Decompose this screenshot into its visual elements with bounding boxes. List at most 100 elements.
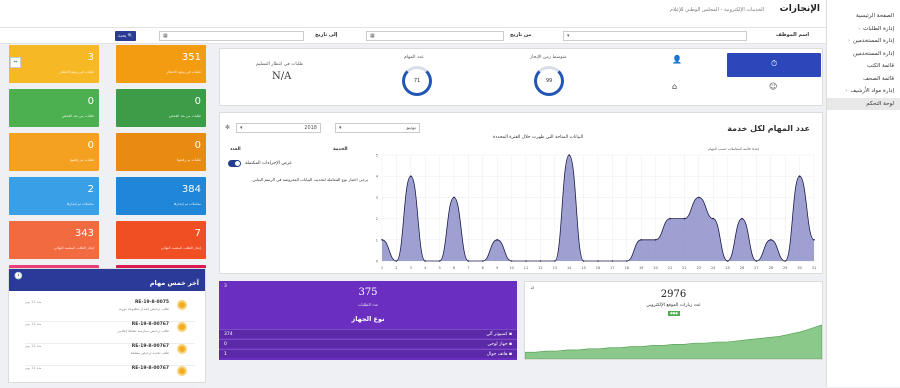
x-tick-label: 19 bbox=[639, 266, 643, 270]
stat-tile[interactable]: 0 طلبات تم رفضها bbox=[116, 133, 206, 171]
data-point bbox=[554, 260, 556, 262]
to-date-input[interactable]: ▦ bbox=[159, 31, 304, 41]
data-point bbox=[784, 260, 786, 262]
data-point bbox=[597, 260, 599, 262]
employee-label: اسم الموظف bbox=[776, 32, 810, 38]
data-point bbox=[611, 260, 614, 262]
data-point bbox=[568, 154, 570, 156]
top-bar: الإنجازات الخدمات الإلكترونية - المجلس ا… bbox=[0, 0, 826, 28]
x-tick-label: 13 bbox=[553, 266, 557, 270]
device-row-label: ▪ كمبيوتر آلي bbox=[486, 331, 512, 337]
task-desc: طلب ترخيص إصدار مطبوعة دورية bbox=[118, 307, 169, 311]
employee-select[interactable]: ▾ bbox=[563, 31, 747, 41]
sidebar-item[interactable]: إدارة المستخدمين ‹ bbox=[827, 35, 900, 48]
stat-value: 351 bbox=[181, 52, 201, 63]
x-tick-label: 18 bbox=[625, 266, 629, 270]
summary-card: ⏱ 👤 ⌂ ☺ متوسط زمن الإنجاز 99 عدد المهام … bbox=[219, 48, 823, 106]
y-tick-label: 1 bbox=[376, 238, 378, 242]
data-point bbox=[424, 260, 426, 262]
home-icon[interactable]: ⌂ bbox=[672, 82, 677, 91]
sidebar-item-label: قائمة الصحف bbox=[863, 75, 894, 82]
sidebar-item-label: قائمة الكتب bbox=[866, 63, 894, 69]
settings-icon[interactable]: ✻ bbox=[225, 124, 230, 131]
device-title: نوع الجهاز bbox=[351, 315, 385, 323]
device-row-label: ▪ هاتف جوال bbox=[486, 351, 512, 357]
stat-label: إنجاز الطلب المعتمد النهائي bbox=[160, 246, 201, 250]
pending-label: طلبات في انتظار التسليم bbox=[256, 62, 304, 67]
search-button[interactable]: بحث 🔍 bbox=[115, 31, 136, 41]
to-date-label: إلى تاريخ bbox=[315, 32, 338, 38]
stat-tile[interactable]: 2 معاملات تم إنجازها bbox=[9, 177, 99, 215]
sidebar-item-label: إدارة مواد الأرشيف bbox=[850, 88, 894, 94]
data-point bbox=[438, 260, 441, 262]
month-select[interactable]: يونيو ▾ bbox=[335, 123, 420, 133]
from-date-label: من تاريخ bbox=[510, 32, 532, 38]
sidebar-item[interactable]: قائمة الكتب bbox=[827, 60, 900, 73]
task-item[interactable]: RE-19-8-00767 منذ 11 يوم bbox=[25, 362, 195, 388]
stat-value: 7 bbox=[194, 228, 201, 239]
x-tick-label: 7 bbox=[467, 266, 469, 270]
x-tick-label: 10 bbox=[509, 266, 513, 270]
x-tick-label: 6 bbox=[453, 266, 455, 270]
tiles-toggle-button[interactable]: ⇔ bbox=[10, 57, 21, 68]
visits-count: 2976 bbox=[660, 289, 687, 300]
x-tick-label: 9 bbox=[496, 266, 498, 270]
chart-note: يرجى اختيار نوع المعاملة لتحديث البيانات… bbox=[251, 177, 368, 182]
data-point bbox=[640, 239, 642, 241]
stat-label: طلبات تم رفضها bbox=[70, 158, 94, 162]
data-point bbox=[755, 260, 758, 262]
data-point bbox=[525, 260, 527, 262]
x-tick-label: 25 bbox=[725, 266, 729, 270]
task-time: منذ 11 يوم bbox=[25, 300, 42, 304]
chart-card: عدد المهام لكل خدمة البيانات المتاحة الت… bbox=[219, 112, 823, 274]
sidebar-item[interactable]: إدارة الطلبات ‹ bbox=[827, 23, 900, 36]
stat-label: طلبات من بعد الفحص bbox=[168, 114, 201, 118]
data-point bbox=[626, 260, 628, 262]
smile-icon[interactable]: ☺ bbox=[769, 82, 777, 91]
stat-value: 0 bbox=[87, 96, 94, 107]
device-row-value: 0 bbox=[224, 341, 227, 347]
stat-tile[interactable]: 384 معاملات تم إنجازها bbox=[116, 177, 206, 215]
stat-label: طلبات تم رفضها bbox=[177, 158, 201, 162]
x-tick-label: 3 bbox=[410, 266, 412, 270]
requests-count: 375 bbox=[358, 287, 378, 298]
year-select[interactable]: 2018 ▾ bbox=[236, 123, 321, 133]
x-tick-label: 2 bbox=[395, 266, 397, 270]
tasks-chart: 0123451 2 3 4 5 6 7 8 9 10 11 12 13 14 15 16 17 18 19 20 21 2… bbox=[376, 154, 816, 271]
x-tick-label: 24 bbox=[711, 266, 716, 270]
device-row: ▪ هاتف جوال 1 bbox=[219, 349, 517, 358]
sidebar-menu: الصفحة الرئيسية إدارة الطلبات ‹ إدارة المست… bbox=[827, 10, 900, 110]
sidebar-item[interactable]: الصفحة الرئيسية bbox=[827, 10, 900, 23]
x-tick-label: 16 bbox=[596, 266, 600, 270]
x-tick-label: 27 bbox=[754, 266, 758, 270]
completed-toggle-label: عرض الإجراءات المكتملة bbox=[245, 161, 292, 166]
data-point bbox=[726, 260, 729, 262]
y-tick-label: 4 bbox=[376, 175, 379, 179]
sidebar-item[interactable]: إدارة مواد الأرشيف ‹ bbox=[827, 85, 900, 98]
stat-tile[interactable]: 343 إنجاز الطلب المعتمد النهائي bbox=[9, 221, 99, 259]
stat-tile[interactable]: 0 طلبات من بعد الفحص bbox=[9, 89, 99, 127]
stat-label: طلبات في وضع الانتظار bbox=[59, 70, 94, 74]
sidebar-item[interactable]: إدارة المستخدمين bbox=[827, 48, 900, 61]
stat-tile[interactable]: 3 طلبات في وضع الانتظار bbox=[9, 45, 99, 83]
task-id: RE-19-8-0075 bbox=[134, 300, 169, 305]
sidebar-item[interactable]: قائمة الصحف bbox=[827, 73, 900, 86]
user-icon[interactable]: 👤 bbox=[672, 55, 682, 64]
stat-value: 343 bbox=[74, 228, 94, 239]
stat-label: معاملات تم إنجازها bbox=[173, 202, 201, 206]
stat-tile[interactable]: 0 طلبات تم رفضها bbox=[9, 133, 99, 171]
stat-tile[interactable]: 0 طلبات من بعد الفحص bbox=[116, 89, 206, 127]
pending-value: N/A bbox=[272, 71, 292, 82]
stat-tile[interactable]: 351 طلبات في وضع الانتظار bbox=[116, 45, 206, 83]
completed-toggle[interactable] bbox=[228, 160, 241, 167]
task-count-label: عدد المهام bbox=[404, 55, 424, 60]
breadcrumb: الخدمات الإلكترونية - المجلس الوطني للإع… bbox=[670, 7, 764, 13]
clock-tile[interactable]: ⏱ bbox=[727, 53, 821, 77]
from-date-input[interactable]: ▦ bbox=[366, 31, 504, 41]
task-time: منذ 11 يوم bbox=[25, 366, 42, 370]
data-point bbox=[770, 239, 772, 241]
task-id: RE-19-8-00767 bbox=[131, 344, 169, 349]
stat-tile[interactable]: 7 إنجاز الطلب المعتمد النهائي bbox=[116, 221, 206, 259]
visits-sparkline bbox=[525, 324, 822, 359]
sidebar-item[interactable]: لوحة التحكم bbox=[827, 97, 900, 110]
